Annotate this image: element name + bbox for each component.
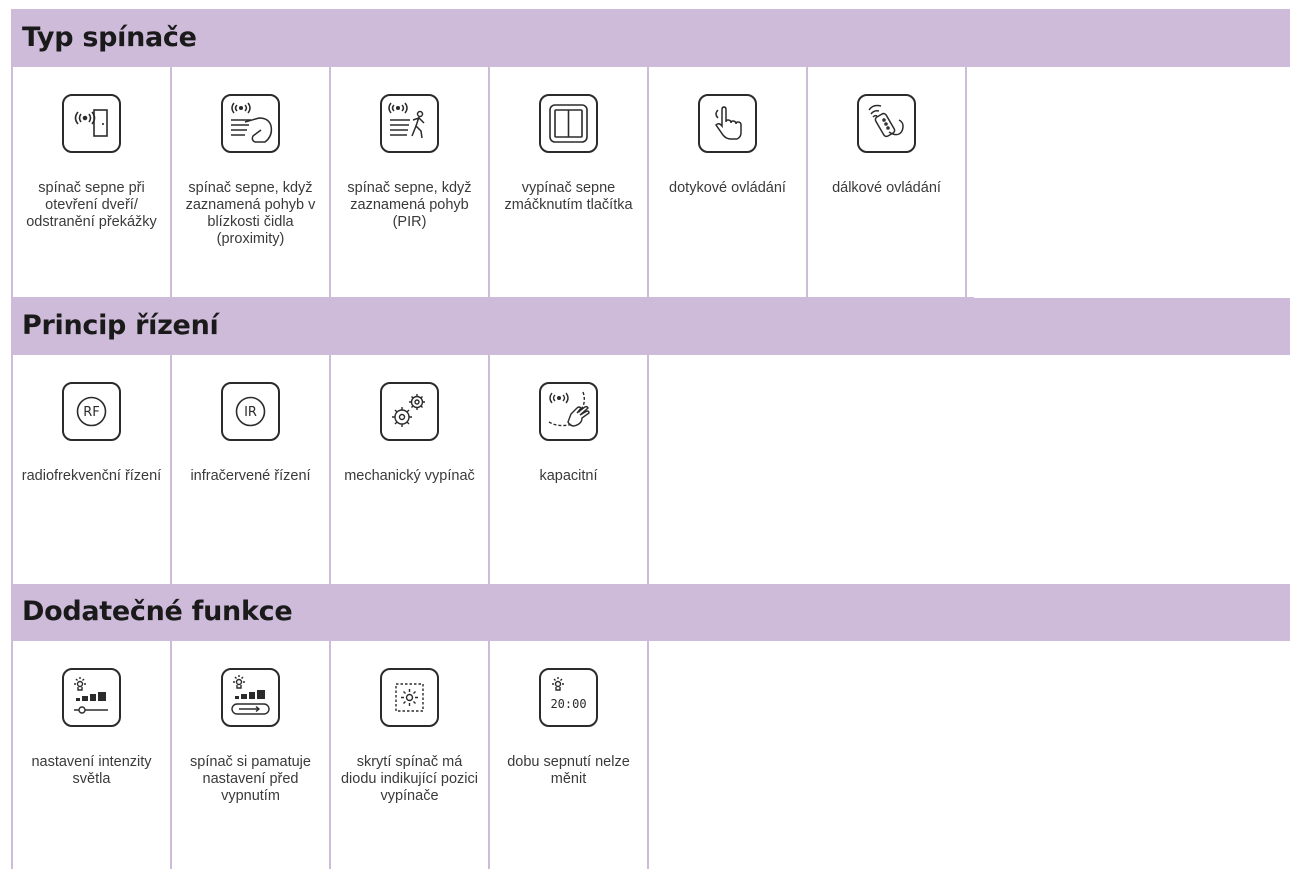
item-label: infračervené řízení (190, 468, 311, 484)
wireless-door-icon (61, 94, 121, 153)
ir-icon: IR (220, 382, 280, 441)
wireless-hand-proximity-icon (220, 94, 280, 153)
item-remote-control: dálkové ovládání (806, 67, 967, 299)
item-label: spínač si pamatuje nastavení před vypnut… (190, 754, 311, 804)
item-label: vypínač sepne zmáčknutím tlačítka (504, 180, 633, 213)
item-mechanical-switch: mechanický vypínač (329, 355, 490, 585)
item-capacitive: kapacitní (488, 355, 649, 585)
item-rf-control: RF radiofrekvenční řízení (11, 355, 172, 585)
item-door-switch: spínač sepne při otevření dveří/ odstran… (11, 67, 172, 299)
item-hidden-switch-led: skrytí spínač má diodu indikující pozici… (329, 641, 490, 869)
section-title: Princip řízení (22, 310, 219, 341)
item-ir-control: IR infračervené řízení (170, 355, 331, 585)
hidden-switch-led-icon (379, 668, 439, 727)
item-label: radiofrekvenční řízení (21, 468, 162, 484)
item-light-intensity: nastavení intenzity světla (11, 641, 172, 869)
gears-icon (379, 382, 439, 441)
light-dimmer-slider-icon (61, 668, 121, 727)
timer-icon: 20:00 (538, 668, 598, 727)
item-proximity-switch: spínač sepne, když zaznamená pohyb v blí… (170, 67, 331, 299)
section-row-princip-rizeni: RF radiofrekvenční řízení IR infračerven… (11, 355, 1290, 585)
rf-icon-text: RF (83, 405, 100, 420)
item-label: skrytí spínač má diodu indikující pozici… (340, 754, 479, 804)
item-push-switch: vypínač sepne zmáčknutím tlačítka (488, 67, 649, 299)
item-label: kapacitní (539, 468, 598, 484)
section-title: Typ spínače (22, 22, 197, 53)
item-label: spínač sepne při otevření dveří/ odstran… (26, 180, 157, 230)
item-label: spínač sepne, když zaznamená pohyb v blí… (185, 180, 316, 247)
section-header-dodatecne-funkce: Dodatečné funkce (11, 584, 1290, 641)
item-label: nastavení intenzity světla (31, 754, 152, 787)
item-label: spínač sepne, když zaznamená pohyb (PIR) (347, 180, 472, 230)
push-button-switch-icon (538, 94, 598, 153)
section-header-typ-spinace: Typ spínače (11, 10, 1290, 67)
item-fixed-time: 20:00 dobu sepnutí nelze měnit (488, 641, 649, 869)
item-pir-switch: spínač sepne, když zaznamená pohyb (PIR) (329, 67, 490, 299)
item-light-memory: spínač si pamatuje nastavení před vypnut… (170, 641, 331, 869)
item-touch-control: dotykové ovládání (647, 67, 808, 299)
wireless-motion-pir-icon (379, 94, 439, 153)
item-label: mechanický vypínač (344, 468, 475, 484)
section-header-princip-rizeni: Princip řízení (11, 298, 1290, 355)
rf-icon: RF (61, 382, 121, 441)
item-label: dálkové ovládání (832, 180, 941, 196)
timer-icon-text: 20:00 (550, 697, 586, 711)
item-label: dobu sepnutí nelze měnit (507, 754, 630, 787)
capacitive-icon (538, 382, 598, 441)
light-memory-icon (220, 668, 280, 727)
touch-control-icon (697, 94, 757, 153)
section-title: Dodatečné funkce (22, 596, 293, 627)
item-label: dotykové ovládání (669, 180, 786, 196)
section-row-dodatecne-funkce: nastavení intenzity světla spínač si pam… (11, 641, 1290, 869)
section-row-typ-spinace: spínač sepne při otevření dveří/ odstran… (11, 67, 1290, 299)
remote-control-icon (856, 94, 916, 153)
ir-icon-text: IR (244, 405, 257, 420)
